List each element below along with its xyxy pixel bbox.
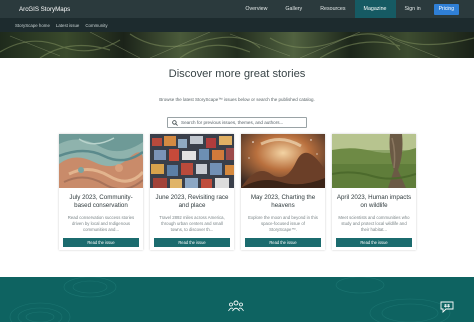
card-image-nebula [241,134,325,188]
nav-gallery[interactable]: Gallery [276,0,311,18]
pricing-button[interactable]: Pricing [433,3,459,15]
read-issue-button[interactable]: Read the issue [336,238,412,247]
card-image-satellite [59,134,143,188]
read-issue-button[interactable]: Read the issue [154,238,230,247]
subnav-latest-issue[interactable]: Latest issue [56,23,79,28]
community-band [0,277,474,322]
story-card[interactable]: April 2023, Human impacts on wildlife Me… [332,134,416,250]
top-nav: ArcGIS StoryMaps Overview Gallery Resour… [0,0,474,18]
nav-magazine[interactable]: Magazine [354,0,396,18]
card-description: Travel 2892 miles across America, throug… [159,215,225,233]
hero-image [0,32,474,58]
card-image-city [150,134,234,188]
story-card[interactable]: May 2023, Charting the heavens Explore t… [241,134,325,250]
sub-nav: StoryScape home Latest issue Community [0,18,474,32]
page-title: Discover more great stories [168,68,306,80]
card-title[interactable]: July 2023, Community-based conservation [59,194,143,209]
card-title[interactable]: May 2023, Charting the heavens [241,194,325,209]
brand-logo[interactable]: ArcGIS StoryMaps [19,6,236,13]
chat-icon [440,301,454,313]
read-issue-button[interactable]: Read the issue [245,238,321,247]
card-title[interactable]: April 2023, Human impacts on wildlife [332,194,416,209]
people-icon [228,300,244,312]
search-input[interactable] [181,120,301,125]
card-title[interactable]: June 2023, Revisiting race and place [150,194,234,209]
subnav-community[interactable]: Community [85,23,107,28]
nav-sign-in[interactable]: Sign in [396,0,430,18]
search-icon [172,119,178,126]
nav-links: Overview Gallery Resources Magazine Sign… [236,0,429,18]
card-description: Meet scientists and communities who stud… [338,215,410,233]
story-card[interactable]: June 2023, Revisiting race and place Tra… [150,134,234,250]
nav-overview[interactable]: Overview [236,0,276,18]
story-card[interactable]: July 2023, Community-based conservation … [59,134,143,250]
read-issue-button[interactable]: Read the issue [63,238,139,247]
card-image-savanna [332,134,416,188]
page-subtitle: Browse the latest StoryScape™ issues bel… [159,97,315,102]
nav-resources[interactable]: Resources [311,0,354,18]
card-description: Read conservation success stories driven… [67,215,135,233]
search-box[interactable] [167,117,307,128]
subnav-storyscape-home[interactable]: StoryScape home [15,23,50,28]
card-description: Explore the moon and beyond in this spac… [248,215,318,233]
